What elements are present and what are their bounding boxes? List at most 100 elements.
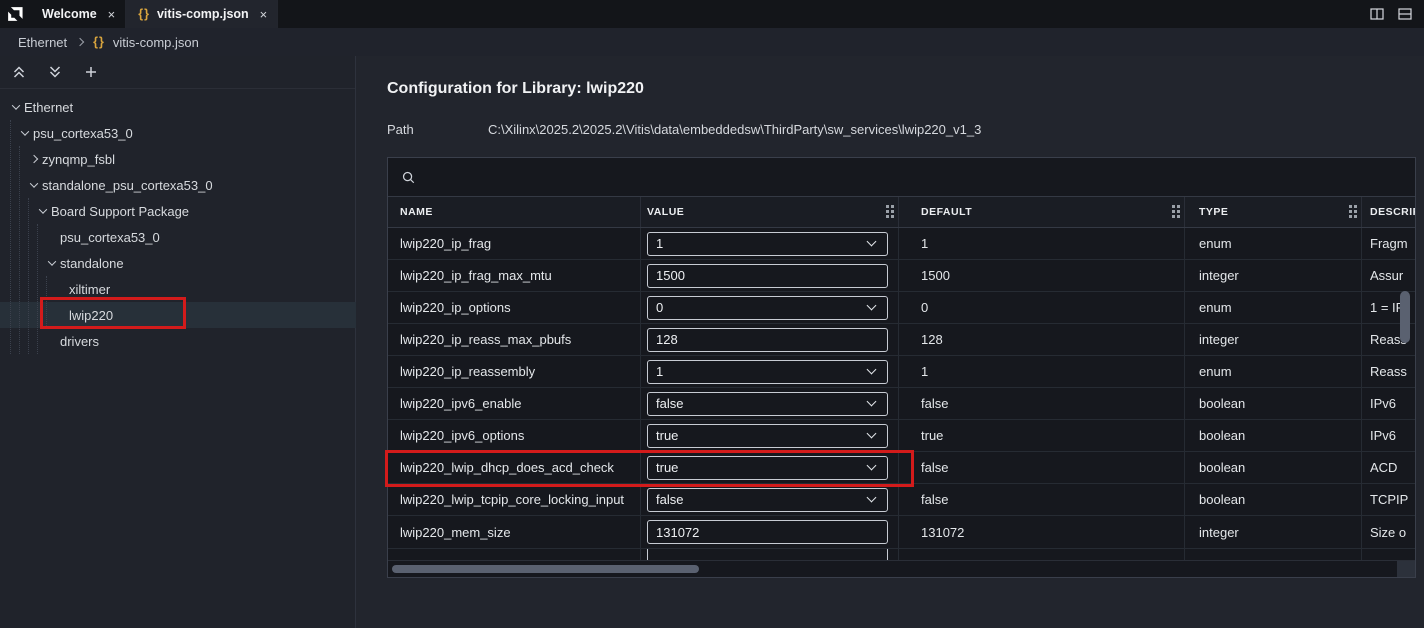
table-row-partial [388, 548, 1415, 560]
search-icon [401, 170, 416, 185]
param-value-cell: 1500 [641, 260, 899, 291]
value-input-partial[interactable] [647, 549, 888, 560]
tab-welcome-close-icon[interactable]: × [108, 8, 116, 21]
tab-vitis-comp-json[interactable]: {} vitis-comp.json × [126, 0, 278, 28]
value-text: 131072 [656, 525, 699, 540]
collapse-all-icon[interactable] [10, 63, 28, 81]
column-header-name[interactable]: NAME [388, 197, 641, 227]
value-text: true [656, 460, 678, 475]
param-default-cell: 1 [899, 356, 1185, 387]
table-row-lwip220_ip_reassembly: lwip220_ip_reassembly11enumReass [388, 356, 1415, 388]
horizontal-scrollbar[interactable] [388, 560, 1415, 577]
column-drag-handle-icon[interactable] [1172, 205, 1175, 208]
add-component-icon[interactable] [82, 63, 100, 81]
tree-item-ethernet[interactable]: Ethernet [0, 94, 356, 120]
tab-vitis-comp-json-close-icon[interactable]: × [260, 8, 268, 21]
column-header-value[interactable]: VALUE [641, 197, 899, 227]
expand-all-icon[interactable] [46, 63, 64, 81]
tree-chevron-down-icon[interactable] [26, 182, 42, 188]
tree-item-label: xiltimer [69, 282, 110, 297]
param-name-cell: lwip220_ip_frag [388, 228, 641, 259]
param-value-cell: 131072 [641, 516, 899, 548]
column-header-type[interactable]: TYPE [1185, 197, 1362, 227]
value-text: false [656, 396, 683, 411]
editor-actions [1368, 0, 1424, 28]
column-header-description[interactable]: DESCRIPTION [1362, 197, 1415, 227]
param-value-cell: false [641, 388, 899, 419]
tree-item-label: Board Support Package [51, 204, 189, 219]
param-type-cell: integer [1185, 324, 1362, 355]
param-default-cell: 1 [899, 228, 1185, 259]
tab-welcome[interactable]: Welcome × [30, 0, 126, 28]
tree-item-psu-cortexa53-0[interactable]: psu_cortexa53_0 [0, 224, 356, 250]
value-text: 128 [656, 332, 678, 347]
column-drag-handle-icon[interactable] [1349, 205, 1352, 208]
value-input-lwip220_mem_size[interactable]: 131072 [647, 520, 888, 544]
scrollbar-corner [1397, 561, 1415, 577]
tree-item-standalone[interactable]: standalone [0, 250, 356, 276]
param-value-cell: 0 [641, 292, 899, 323]
customize-layout-icon[interactable] [1396, 5, 1414, 23]
tree-item-label: drivers [60, 334, 99, 349]
value-dropdown-lwip220_ip_reassembly[interactable]: 1 [647, 360, 888, 384]
indent-guide [10, 120, 11, 354]
table-row-lwip220_ip_reass_max_pbufs: lwip220_ip_reass_max_pbufs128128integerR… [388, 324, 1415, 356]
param-value-cell: true [641, 420, 899, 451]
table-search-row[interactable] [388, 158, 1415, 197]
value-dropdown-lwip220_ip_frag[interactable]: 1 [647, 232, 888, 256]
table-row-lwip220_ip_options: lwip220_ip_options00enum1 = IP [388, 292, 1415, 324]
value-dropdown-lwip220_lwip_tcpip_core_locking_input[interactable]: false [647, 488, 888, 512]
chevron-down-icon [867, 364, 877, 374]
column-header-default[interactable]: DEFAULT [899, 197, 1185, 227]
indent-guide [28, 198, 29, 354]
param-value-cell: false [641, 484, 899, 515]
breadcrumb-segment[interactable]: Ethernet [18, 35, 67, 50]
param-default-cell: 131072 [899, 516, 1185, 548]
tree-item-standalone-psu-cortexa53-0[interactable]: standalone_psu_cortexa53_0 [0, 172, 356, 198]
tree-chevron-down-icon[interactable] [35, 208, 51, 214]
table-row-lwip220_ip_frag_max_mtu: lwip220_ip_frag_max_mtu15001500integerAs… [388, 260, 1415, 292]
param-default-cell: 1500 [899, 260, 1185, 291]
horizontal-scrollbar-thumb[interactable] [392, 565, 699, 573]
tree-chevron-down-icon[interactable] [17, 130, 33, 136]
param-description-cell: Assur [1362, 260, 1415, 291]
column-drag-handle-icon[interactable] [886, 205, 889, 208]
param-description-cell: ACD [1362, 452, 1415, 483]
value-dropdown-lwip220_ipv6_enable[interactable]: false [647, 392, 888, 416]
tree-item-drivers[interactable]: drivers [0, 328, 356, 354]
json-braces-icon: {} [138, 7, 150, 21]
table-row-lwip220_ipv6_options: lwip220_ipv6_optionstruetruebooleanIPv6 [388, 420, 1415, 452]
value-text: 1 [656, 236, 663, 251]
value-input-lwip220_ip_reass_max_pbufs[interactable]: 128 [647, 328, 888, 352]
tree-chevron-right-icon[interactable] [26, 156, 42, 162]
value-text: 1500 [656, 268, 685, 283]
chevron-down-icon [867, 300, 877, 310]
param-type-cell: boolean [1185, 452, 1362, 483]
tab-vitis-comp-json-label: vitis-comp.json [157, 7, 249, 21]
tree-item-zynqmp-fsbl[interactable]: zynqmp_fsbl [0, 146, 356, 172]
tree-item-board-support-package[interactable]: Board Support Package [0, 198, 356, 224]
tree-chevron-down-icon[interactable] [8, 104, 24, 110]
tree-item-xiltimer[interactable]: xiltimer [0, 276, 356, 302]
param-type-cell: boolean [1185, 484, 1362, 515]
value-dropdown-lwip220_lwip_dhcp_does_acd_check[interactable]: true [647, 456, 888, 480]
tree-chevron-down-icon[interactable] [44, 260, 60, 266]
value-input-lwip220_ip_frag_max_mtu[interactable]: 1500 [647, 264, 888, 288]
split-editor-icon[interactable] [1368, 5, 1386, 23]
table-header: NAME VALUE DEFAULT TYPE DESCRIPTION [388, 197, 1415, 228]
tree-item-psu-cortexa53-0[interactable]: psu_cortexa53_0 [0, 120, 356, 146]
param-name-cell: lwip220_ip_options [388, 292, 641, 323]
param-value-cell: 128 [641, 324, 899, 355]
param-description-cell: Size o [1362, 516, 1415, 548]
value-dropdown-lwip220_ipv6_options[interactable]: true [647, 424, 888, 448]
param-type-cell: boolean [1185, 420, 1362, 451]
configuration-panel: Configuration for Library: lwip220 Path … [357, 56, 1424, 628]
value-dropdown-lwip220_ip_options[interactable]: 0 [647, 296, 888, 320]
breadcrumb-file[interactable]: vitis-comp.json [113, 35, 199, 50]
breadcrumb-chevron-icon [76, 38, 84, 46]
param-description-cell: Fragm [1362, 228, 1415, 259]
tree-item-label: psu_cortexa53_0 [60, 230, 160, 245]
tree-item-lwip220[interactable]: lwip220 [0, 302, 356, 328]
param-value-cell: true [641, 452, 899, 483]
vertical-scrollbar-thumb[interactable] [1400, 291, 1410, 343]
